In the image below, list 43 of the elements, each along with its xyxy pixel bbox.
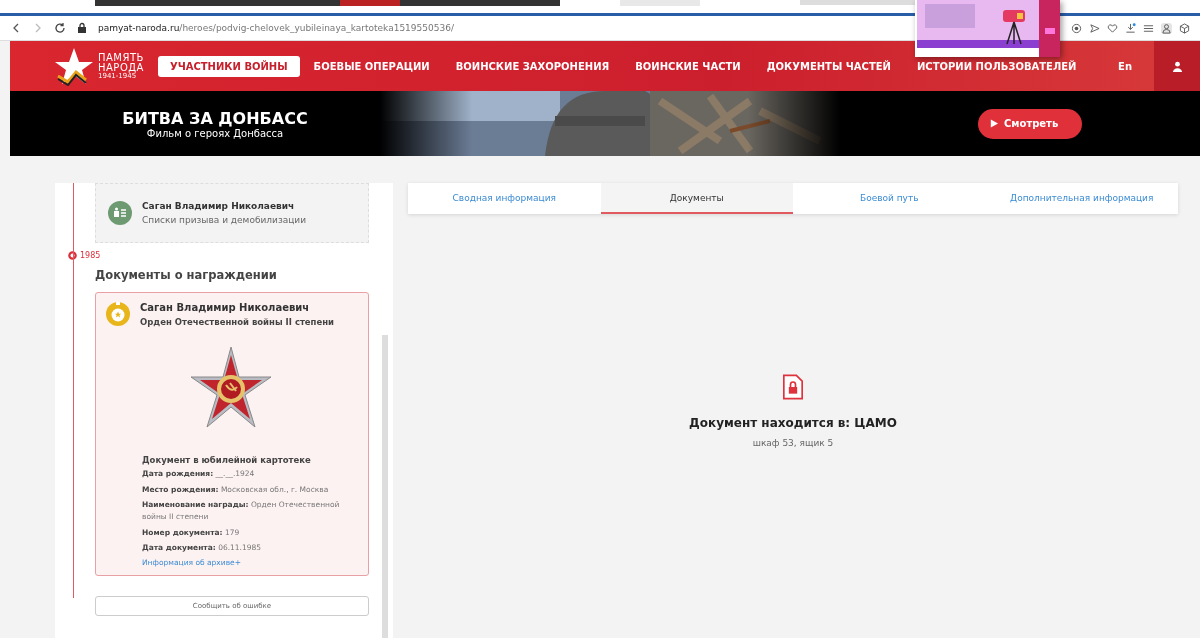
logo-text: НАРОДА <box>98 62 144 73</box>
heart-icon[interactable] <box>1107 22 1118 34</box>
person-name: Саган Владимир Николаевич <box>140 302 311 313</box>
tab[interactable]: Документы <box>600 183 793 214</box>
nav-link[interactable]: ИСТОРИИ ПОЛЬЗОВАТЕЛЕЙ <box>904 55 1089 77</box>
person-name: Саган Владимир Николаевич <box>142 201 296 211</box>
nav-link[interactable]: БОЕВЫЕ ОПЕРАЦИИ <box>301 55 442 77</box>
tab[interactable]: Боевой путь <box>793 183 986 214</box>
logo-text: ПАМЯТЬ <box>98 52 144 63</box>
play-icon <box>990 119 998 128</box>
document-location: Документ находится в: ЦАМО <box>689 416 897 430</box>
language-link[interactable]: En <box>1118 60 1132 72</box>
reload-icon[interactable] <box>54 22 66 34</box>
award-name: Орден Отечественной войны II степени <box>140 317 335 327</box>
nav-link[interactable]: ДОКУМЕНТЫ ЧАСТЕЙ <box>754 55 903 77</box>
document-shelf: шкаф 53, ящик 5 <box>752 438 834 448</box>
section-title: Документы о награждении <box>95 268 278 282</box>
tab[interactable]: Сводная информация <box>408 183 601 214</box>
cube-icon[interactable] <box>1179 22 1190 34</box>
nav-link[interactable]: ВОИНСКИЕ ЧАСТИ <box>623 55 753 77</box>
tab[interactable]: Дополнительная информация <box>985 183 1178 214</box>
nav-link[interactable]: ВОИНСКИЕ ЗАХОРОНЕНИЯ <box>443 55 622 77</box>
scrollbar[interactable] <box>382 335 388 638</box>
star-logo-icon <box>54 46 94 86</box>
download-icon[interactable] <box>1125 22 1136 34</box>
document-title: Документ в юбилейной картотеке <box>142 455 312 465</box>
nav-link[interactable]: УЧАСТНИКИ ВОЙНЫ <box>157 55 300 77</box>
lock-icon <box>76 22 88 34</box>
watch-button[interactable]: Смотреть <box>978 108 1083 139</box>
banner-subtitle: Фильм о героях Донбасса <box>146 127 284 139</box>
user-icon <box>1171 60 1183 72</box>
medal-icon <box>106 302 130 326</box>
timeline-dot-icon <box>68 251 77 260</box>
locked-document-icon <box>783 374 803 400</box>
record-card[interactable]: Саган Владимир Николаевич Списки призыва и демобилизации <box>95 183 369 243</box>
send-icon[interactable] <box>1089 22 1100 34</box>
people-list-icon <box>108 201 132 225</box>
timeline-year: 1985 <box>80 251 101 260</box>
record-source: Списки призыва и демобилизации <box>142 215 307 225</box>
address-bar[interactable]: pamyat-naroda.ru/heroes/podvig-chelovek_yubileinaya_kartoteka1519550536/ <box>98 23 454 33</box>
profile-icon[interactable] <box>1161 22 1172 34</box>
record-icon[interactable] <box>1071 22 1082 34</box>
banner-title: БИТВА ЗА ДОНБАСС <box>122 108 308 128</box>
